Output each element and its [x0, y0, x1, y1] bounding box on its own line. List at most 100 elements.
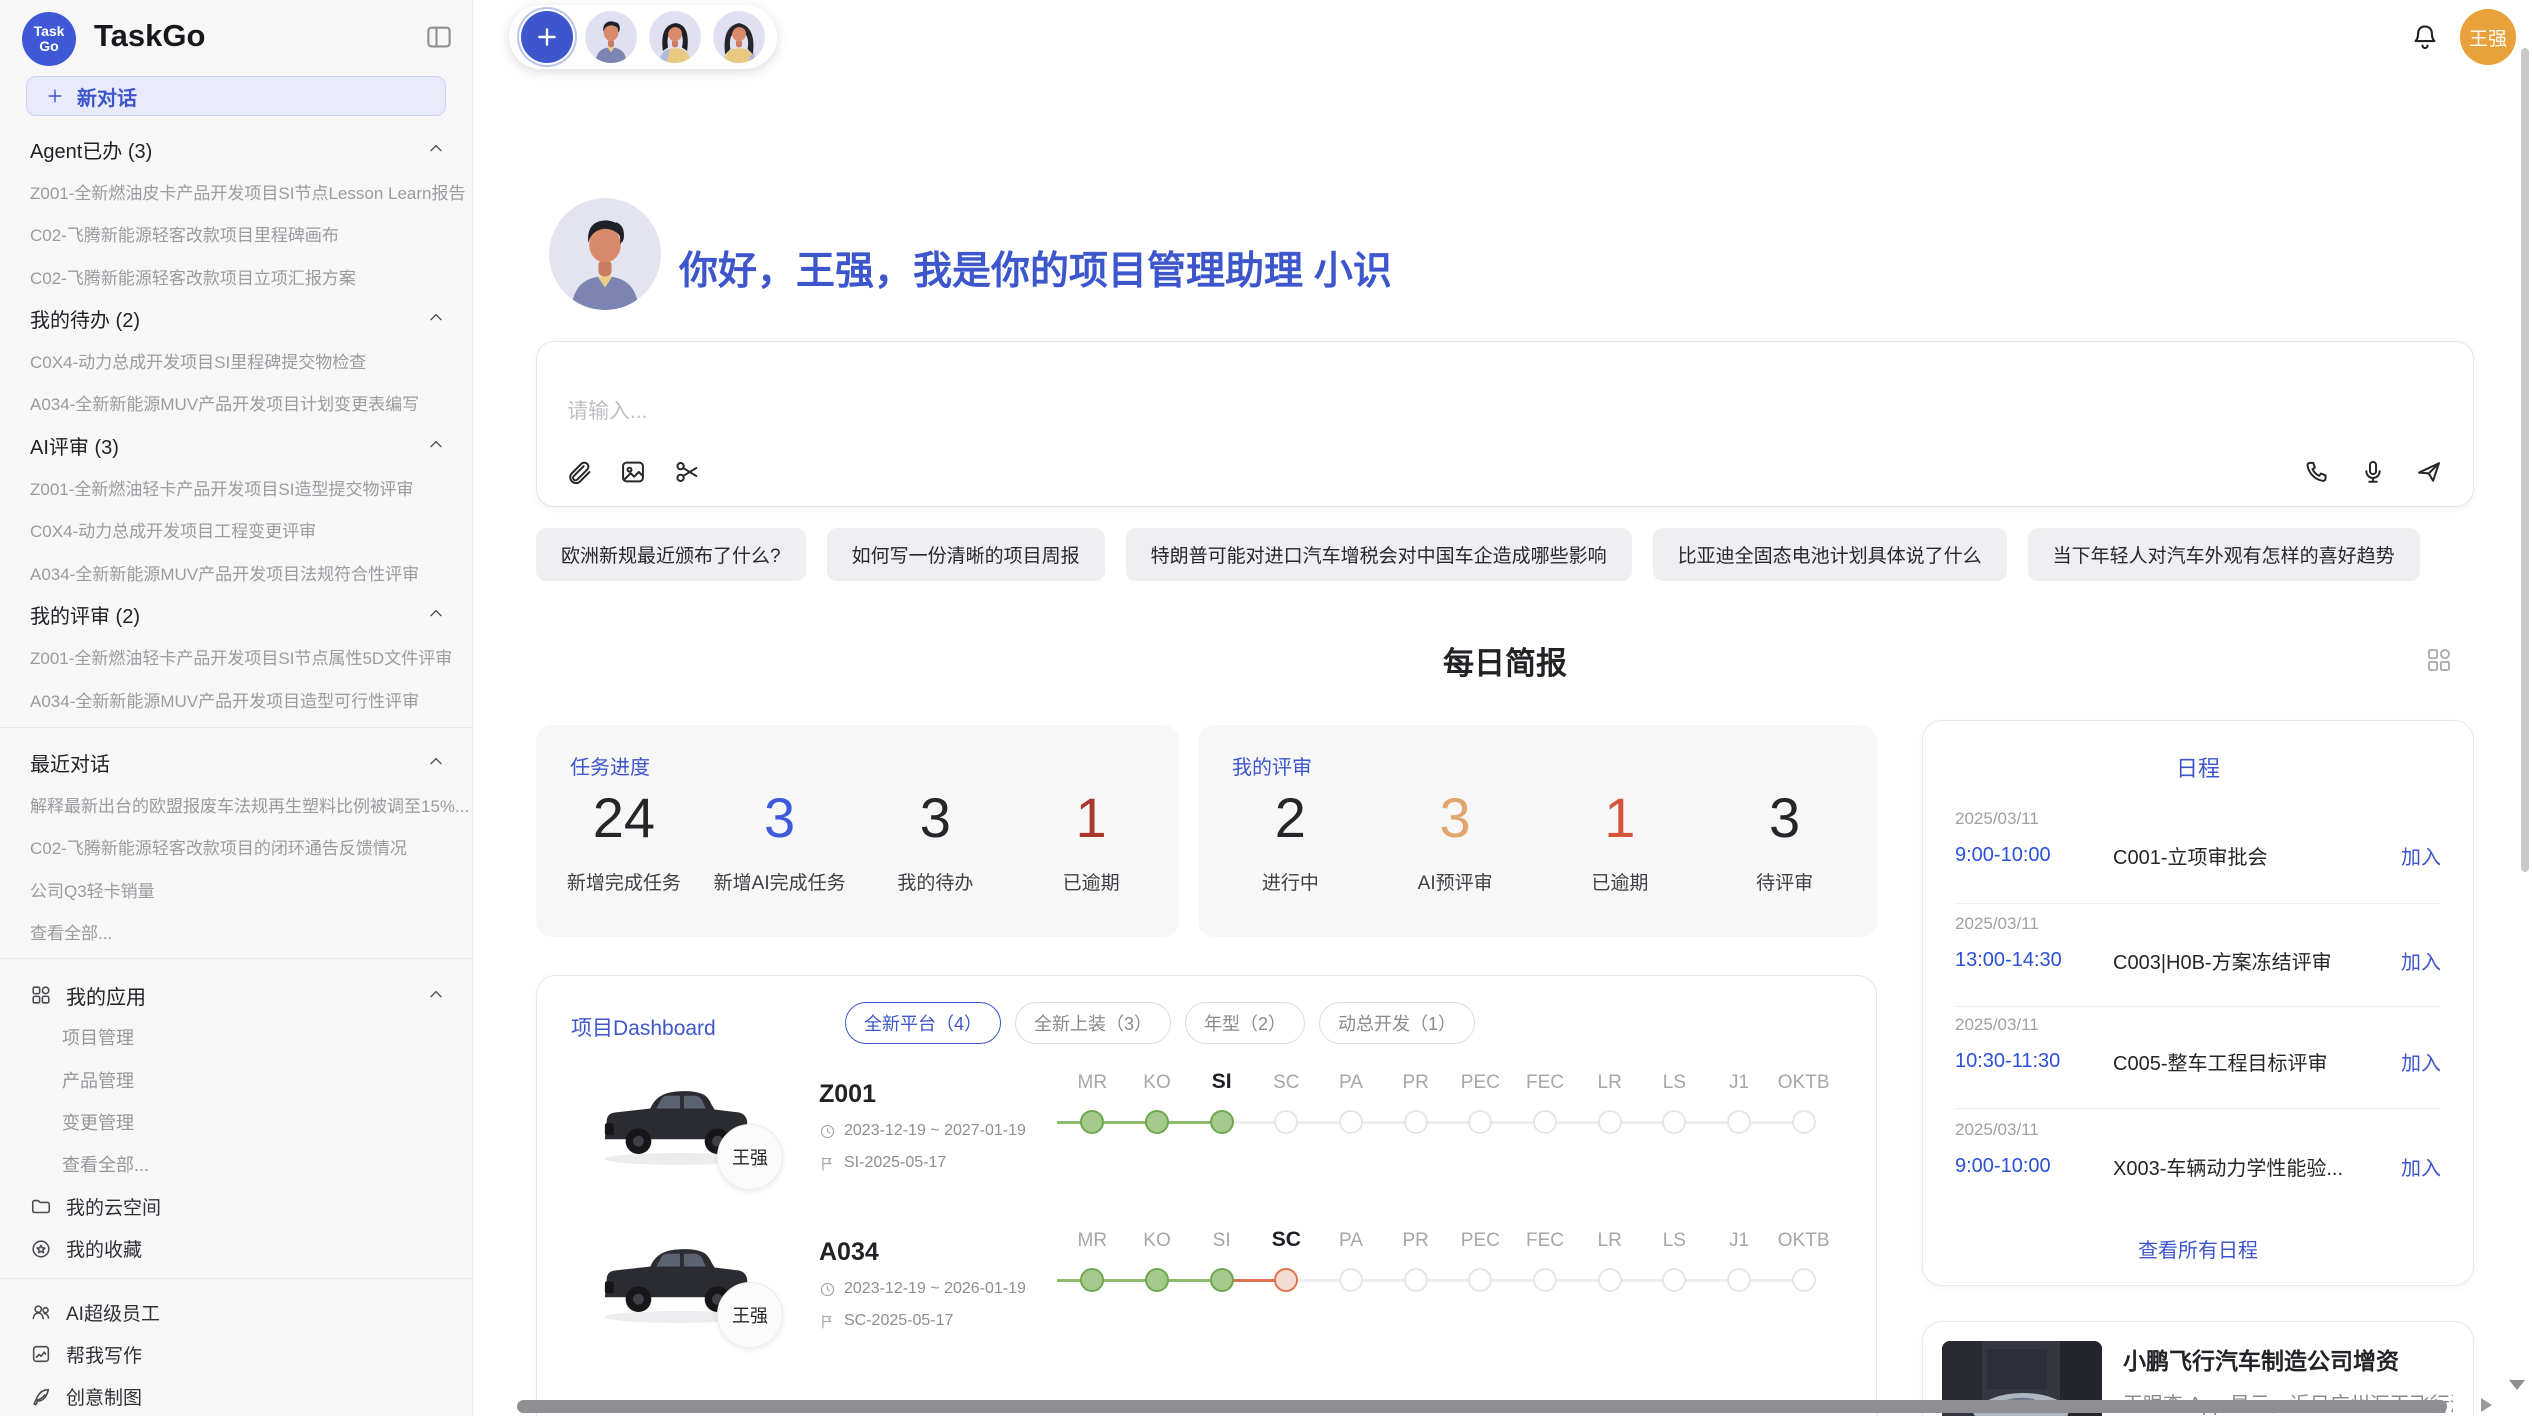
list-item[interactable]: Z001-全新燃油皮卡产品开发项目SI节点Lesson Learn报告: [0, 170, 472, 212]
sidebar-item-favorites[interactable]: 我的收藏: [0, 1228, 472, 1270]
milestone-label: SC: [1254, 1072, 1319, 1094]
schedule-item: 2025/03/11 10:30-11:30 C005-整车工程目标评审 加入: [1955, 1015, 2441, 1076]
list-item[interactable]: C0X4-动力总成开发项目SI里程碑提交物检查: [0, 339, 472, 381]
recent-view-all[interactable]: 查看全部...: [0, 910, 472, 952]
suggestion-chip[interactable]: 欧洲新规最近颁布了什么?: [536, 528, 806, 581]
avatar[interactable]: [713, 11, 765, 63]
project-row[interactable]: 王强 Z001 2023-12-19 ~ 2027-01-19 SI-2025-…: [537, 1064, 1876, 1214]
clock-icon: [819, 1281, 836, 1298]
image-upload-button[interactable]: [619, 458, 647, 486]
tab-all-new-platform[interactable]: 全新平台（4）: [845, 1002, 1001, 1044]
section-recent-chats[interactable]: 最近对话: [0, 741, 472, 783]
join-meeting-link[interactable]: 加入: [2401, 1047, 2441, 1076]
app-item-project-mgmt[interactable]: 项目管理: [0, 1016, 472, 1058]
chevron-up-icon[interactable]: [426, 308, 446, 328]
news-title[interactable]: 小鹏飞行汽车制造公司增资: [2123, 1342, 2399, 1376]
list-item[interactable]: A034-全新新能源MUV产品开发项目法规符合性评审: [0, 551, 472, 593]
sidebar-item-help-write[interactable]: 帮我写作: [0, 1333, 472, 1375]
milestone-dot: [1404, 1110, 1428, 1134]
sidebar-item-creative-draw[interactable]: 创意制图: [0, 1376, 472, 1416]
dashboard-title[interactable]: 项目Dashboard: [571, 1012, 716, 1042]
milestone-dot-done: [1145, 1268, 1169, 1292]
chevron-up-icon[interactable]: [426, 604, 446, 624]
quick-access-pill: [509, 5, 777, 69]
divider: [1955, 1006, 2441, 1007]
phone-icon: [2303, 458, 2331, 486]
view-all-schedule-link[interactable]: 查看所有日程: [1923, 1234, 2473, 1263]
section-my-review[interactable]: 我的评审 (2): [0, 593, 472, 635]
project-row[interactable]: 王强 A034 2023-12-19 ~ 2026-01-19 SC-2025-…: [537, 1222, 1876, 1372]
list-item[interactable]: A034-全新新能源MUV产品开发项目造型可行性评审: [0, 678, 472, 720]
scroll-right-arrow-icon[interactable]: [2481, 1398, 2492, 1412]
project-code[interactable]: Z001: [819, 1080, 876, 1109]
sidebar-item-cloud-space[interactable]: 我的云空间: [0, 1185, 472, 1227]
list-item[interactable]: A034-全新新能源MUV产品开发项目计划变更表编写: [0, 382, 472, 424]
logo-line1: Task: [34, 24, 65, 39]
project-code[interactable]: A034: [819, 1238, 879, 1267]
tab-model-year[interactable]: 年型（2）: [1185, 1002, 1305, 1044]
chevron-up-icon[interactable]: [426, 985, 446, 1005]
screenshot-button[interactable]: [673, 458, 701, 486]
add-contact-button[interactable]: [521, 11, 573, 63]
list-item[interactable]: C0X4-动力总成开发项目工程变更评审: [0, 509, 472, 551]
milestone-label-current: SI: [1189, 1070, 1254, 1094]
recent-chat-item[interactable]: C02-飞腾新能源轻客改款项目的闭环通告反馈情况: [0, 826, 472, 868]
milestone-label: FEC: [1513, 1230, 1578, 1252]
milestone-label: J1: [1707, 1230, 1772, 1252]
app-item-product-mgmt[interactable]: 产品管理: [0, 1059, 472, 1101]
avatar[interactable]: [649, 11, 701, 63]
user-avatar-badge[interactable]: 王强: [2460, 9, 2516, 65]
chevron-up-icon[interactable]: [426, 139, 446, 159]
recent-chat-item[interactable]: 解释最新出台的欧盟报废车法规再生塑料比例被调至15%...: [0, 783, 472, 825]
milestone-dot: [1533, 1110, 1557, 1134]
section-ai-review[interactable]: AI评审 (3): [0, 424, 472, 466]
taskgo-logo: Task Go: [22, 12, 76, 66]
project-owner-badge: 王强: [717, 1282, 783, 1348]
section-my-apps[interactable]: 我的应用: [0, 974, 472, 1016]
tab-all-new-body[interactable]: 全新上装（3）: [1015, 1002, 1171, 1044]
tab-powertrain-dev[interactable]: 动总开发（1）: [1319, 1002, 1475, 1044]
horizontal-scrollbar-thumb[interactable]: [517, 1400, 2447, 1413]
vertical-scrollbar-thumb[interactable]: [2521, 48, 2529, 872]
chevron-up-icon[interactable]: [426, 752, 446, 772]
join-meeting-link[interactable]: 加入: [2401, 946, 2441, 975]
recent-chat-item[interactable]: 公司Q3轻卡销量: [0, 868, 472, 910]
sidebar-item-ai-employee[interactable]: AI超级员工: [0, 1291, 472, 1333]
layout-grid-icon[interactable]: [2424, 645, 2454, 675]
join-meeting-link[interactable]: 加入: [2401, 1152, 2441, 1181]
project-date-range: 2023-12-19 ~ 2026-01-19: [819, 1280, 1026, 1298]
attachment-button[interactable]: [565, 458, 593, 486]
suggestion-chip[interactable]: 比亚迪全固态电池计划具体说了什么: [1653, 528, 2007, 581]
voice-call-button[interactable]: [2303, 458, 2331, 486]
list-item[interactable]: C02-飞腾新能源轻客改款项目立项汇报方案: [0, 255, 472, 297]
send-button[interactable]: [2415, 458, 2443, 486]
scroll-down-arrow-icon[interactable]: [2509, 1380, 2525, 1390]
apps-view-all[interactable]: 查看全部...: [0, 1143, 472, 1185]
list-item[interactable]: Z001-全新燃油轻卡产品开发项目SI节点属性5D文件评审: [0, 636, 472, 678]
app-title: TaskGo: [94, 18, 205, 54]
plus-icon: [534, 24, 560, 50]
microphone-button[interactable]: [2359, 458, 2387, 486]
input-toolbar-left: [565, 458, 701, 486]
avatar[interactable]: [585, 11, 637, 63]
notification-bell-icon[interactable]: [2410, 22, 2440, 52]
card-title[interactable]: 任务进度: [570, 751, 650, 780]
card-title[interactable]: 我的评审: [1232, 751, 1312, 780]
chat-input[interactable]: [567, 400, 1767, 424]
section-my-todo[interactable]: 我的待办 (2): [0, 297, 472, 339]
assistant-avatar: [549, 198, 661, 310]
join-meeting-link[interactable]: 加入: [2401, 841, 2441, 870]
suggestion-chip[interactable]: 如何写一份清晰的项目周报: [827, 528, 1105, 581]
stat-overdue: 1 已逾期: [1013, 789, 1169, 895]
suggestion-chip[interactable]: 当下年轻人对汽车外观有怎样的喜好趋势: [2028, 528, 2420, 581]
sidebar-collapse-icon[interactable]: [424, 22, 454, 52]
list-item[interactable]: Z001-全新燃油轻卡产品开发项目SI造型提交物评审: [0, 466, 472, 508]
app-item-change-mgmt[interactable]: 变更管理: [0, 1101, 472, 1143]
suggestion-chip[interactable]: 特朗普可能对进口汽车增税会对中国车企造成哪些影响: [1126, 528, 1632, 581]
chevron-up-icon[interactable]: [426, 435, 446, 455]
section-agent-done[interactable]: Agent已办 (3): [0, 128, 472, 170]
new-chat-button[interactable]: 新对话: [26, 76, 446, 116]
milestone-dot-done: [1210, 1268, 1234, 1292]
sidebar-apps: 我的应用 项目管理 产品管理 变更管理 查看全部... 我的云空间 我的收藏: [0, 974, 472, 1270]
list-item[interactable]: C02-飞腾新能源轻客改款项目里程碑画布: [0, 213, 472, 255]
